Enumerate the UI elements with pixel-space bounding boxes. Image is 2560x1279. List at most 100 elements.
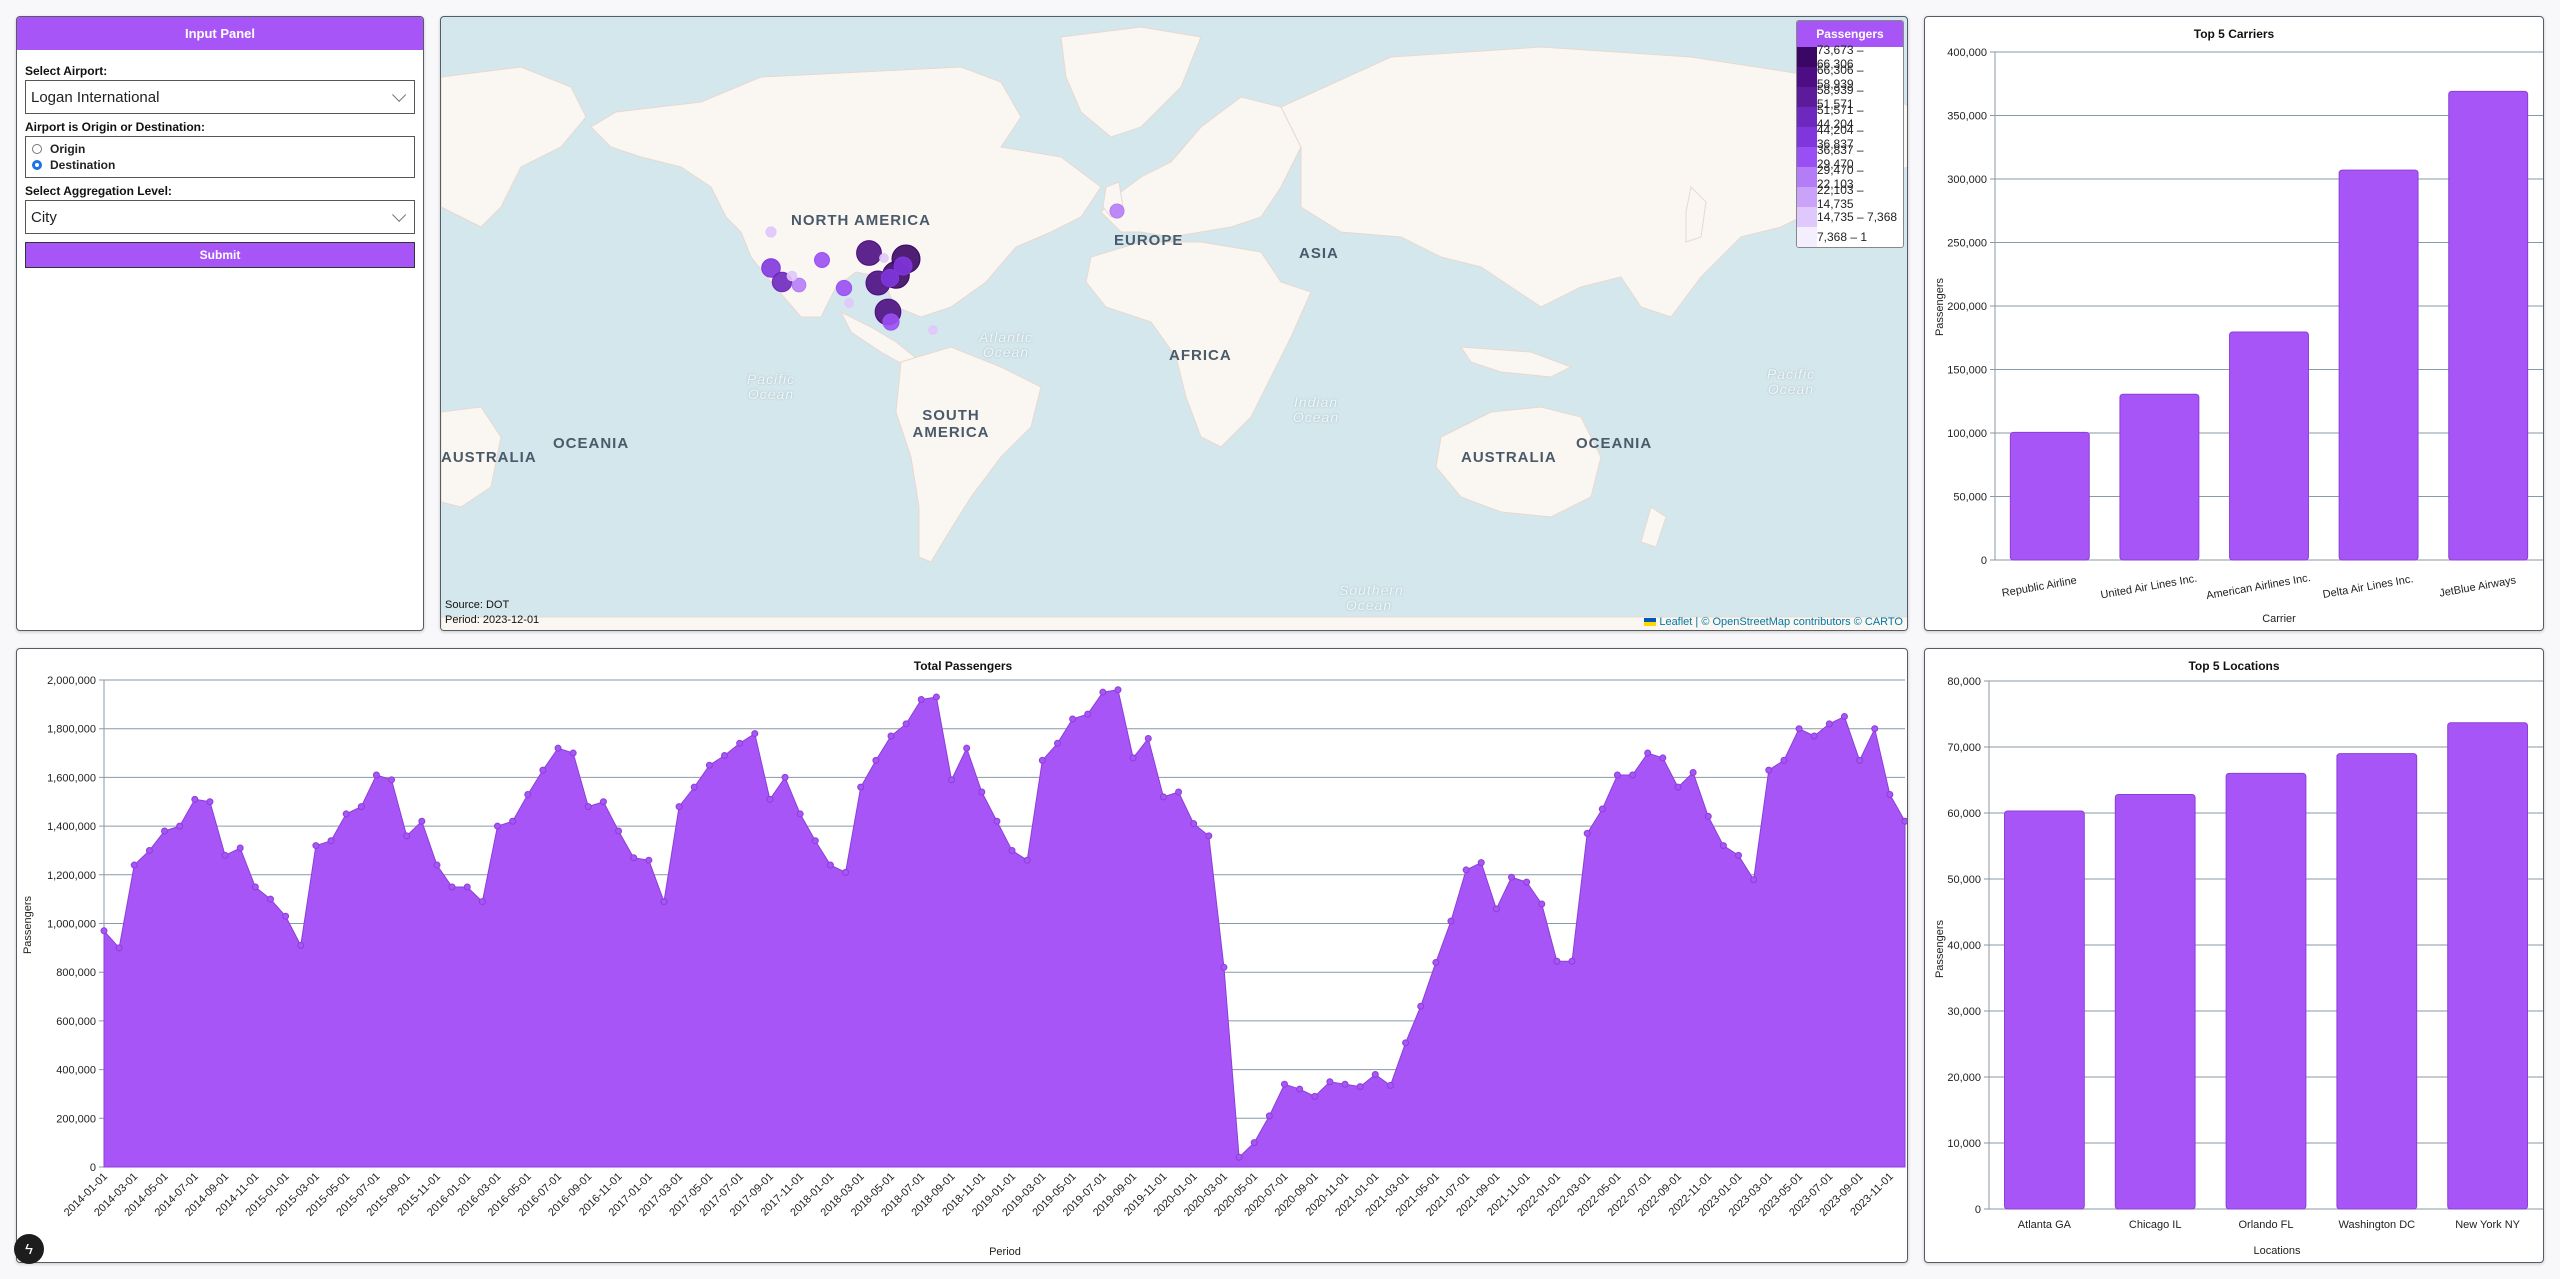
data-point[interactable] xyxy=(1114,686,1122,694)
data-point[interactable] xyxy=(1508,873,1516,881)
data-point[interactable] xyxy=(1583,829,1591,837)
data-point[interactable] xyxy=(811,837,819,845)
data-point[interactable] xyxy=(478,898,486,906)
bar[interactable] xyxy=(2225,772,2307,1210)
data-point[interactable] xyxy=(388,776,396,784)
data-point[interactable] xyxy=(599,798,607,806)
data-point[interactable] xyxy=(584,803,592,811)
submit-button[interactable]: Submit xyxy=(25,242,415,268)
map-marker[interactable] xyxy=(786,270,798,282)
data-point[interactable] xyxy=(781,773,789,781)
area-series[interactable] xyxy=(103,689,1906,1168)
bar[interactable] xyxy=(2448,90,2529,561)
data-point[interactable] xyxy=(312,842,320,850)
data-point[interactable] xyxy=(690,783,698,791)
data-point[interactable] xyxy=(615,827,623,835)
data-point[interactable] xyxy=(1417,1002,1425,1010)
data-point[interactable] xyxy=(403,832,411,840)
world-map[interactable] xyxy=(441,17,1908,631)
data-point[interactable] xyxy=(297,941,305,949)
data-point[interactable] xyxy=(176,822,184,830)
data-point[interactable] xyxy=(1644,749,1652,757)
data-point[interactable] xyxy=(1265,1112,1273,1120)
data-point[interactable] xyxy=(1523,878,1531,886)
bar[interactable] xyxy=(2229,331,2309,561)
data-point[interactable] xyxy=(1719,842,1727,850)
lightning-icon-button[interactable]: ϟ xyxy=(14,1234,44,1264)
data-point[interactable] xyxy=(509,817,517,825)
data-point[interactable] xyxy=(1568,957,1576,965)
data-point[interactable] xyxy=(1296,1085,1304,1093)
data-point[interactable] xyxy=(751,730,759,738)
radio-destination[interactable]: Destination xyxy=(32,157,408,173)
map-marker[interactable] xyxy=(1109,203,1125,219)
data-point[interactable] xyxy=(1750,876,1758,884)
data-point[interactable] xyxy=(630,854,638,862)
data-point[interactable] xyxy=(266,895,274,903)
data-point[interactable] xyxy=(539,766,547,774)
data-point[interactable] xyxy=(115,944,123,952)
data-point[interactable] xyxy=(1674,783,1682,791)
data-point[interactable] xyxy=(191,795,199,803)
data-point[interactable] xyxy=(327,837,335,845)
data-point[interactable] xyxy=(917,695,925,703)
data-point[interactable] xyxy=(1689,769,1697,777)
data-point[interactable] xyxy=(1069,715,1077,723)
data-point[interactable] xyxy=(433,861,441,869)
data-point[interactable] xyxy=(1205,832,1213,840)
data-point[interactable] xyxy=(1326,1078,1334,1086)
data-point[interactable] xyxy=(1629,771,1637,779)
data-point[interactable] xyxy=(796,810,804,818)
data-point[interactable] xyxy=(1840,713,1848,721)
data-point[interactable] xyxy=(418,817,426,825)
map-attribution[interactable]: Leaflet | © OpenStreetMap contributors ©… xyxy=(1644,616,1903,628)
data-point[interactable] xyxy=(932,693,940,701)
data-point[interactable] xyxy=(1886,790,1894,798)
bar[interactable] xyxy=(2004,810,2085,1210)
data-point[interactable] xyxy=(1704,812,1712,820)
data-point[interactable] xyxy=(1659,754,1667,762)
data-point[interactable] xyxy=(357,803,365,811)
data-point[interactable] xyxy=(1538,900,1546,908)
data-point[interactable] xyxy=(1402,1039,1410,1047)
data-point[interactable] xyxy=(887,732,895,740)
bar[interactable] xyxy=(2338,169,2419,561)
map-marker[interactable] xyxy=(765,226,777,238)
data-point[interactable] xyxy=(1825,720,1833,728)
data-point[interactable] xyxy=(1023,856,1031,864)
map-marker[interactable] xyxy=(928,325,938,335)
data-point[interactable] xyxy=(705,761,713,769)
data-point[interactable] xyxy=(1175,788,1183,796)
data-point[interactable] xyxy=(1371,1070,1379,1078)
data-point[interactable] xyxy=(1598,805,1606,813)
map-marker[interactable] xyxy=(844,298,854,308)
data-point[interactable] xyxy=(1099,688,1107,696)
aggregation-select[interactable]: City xyxy=(25,200,415,234)
data-point[interactable] xyxy=(1144,734,1152,742)
data-point[interactable] xyxy=(1795,725,1803,733)
data-point[interactable] xyxy=(145,846,153,854)
data-point[interactable] xyxy=(736,739,744,747)
attribution-text[interactable]: Leaflet | © OpenStreetMap contributors ©… xyxy=(1659,616,1903,628)
data-point[interactable] xyxy=(448,883,456,891)
data-point[interactable] xyxy=(1871,725,1879,733)
data-point[interactable] xyxy=(569,749,577,757)
data-point[interactable] xyxy=(993,817,1001,825)
data-point[interactable] xyxy=(857,783,865,791)
data-point[interactable] xyxy=(660,898,668,906)
data-point[interactable] xyxy=(463,883,471,891)
data-point[interactable] xyxy=(1810,732,1818,740)
data-point[interactable] xyxy=(948,776,956,784)
data-point[interactable] xyxy=(1477,859,1485,867)
data-point[interactable] xyxy=(221,851,229,859)
data-point[interactable] xyxy=(1008,846,1016,854)
bar[interactable] xyxy=(2114,794,2196,1210)
map-marker[interactable] xyxy=(835,279,853,297)
data-point[interactable] xyxy=(1780,756,1788,764)
data-point[interactable] xyxy=(1280,1080,1288,1088)
data-point[interactable] xyxy=(282,912,290,920)
data-point[interactable] xyxy=(493,822,501,830)
data-point[interactable] xyxy=(1462,866,1470,874)
data-point[interactable] xyxy=(1432,958,1440,966)
data-point[interactable] xyxy=(963,744,971,752)
